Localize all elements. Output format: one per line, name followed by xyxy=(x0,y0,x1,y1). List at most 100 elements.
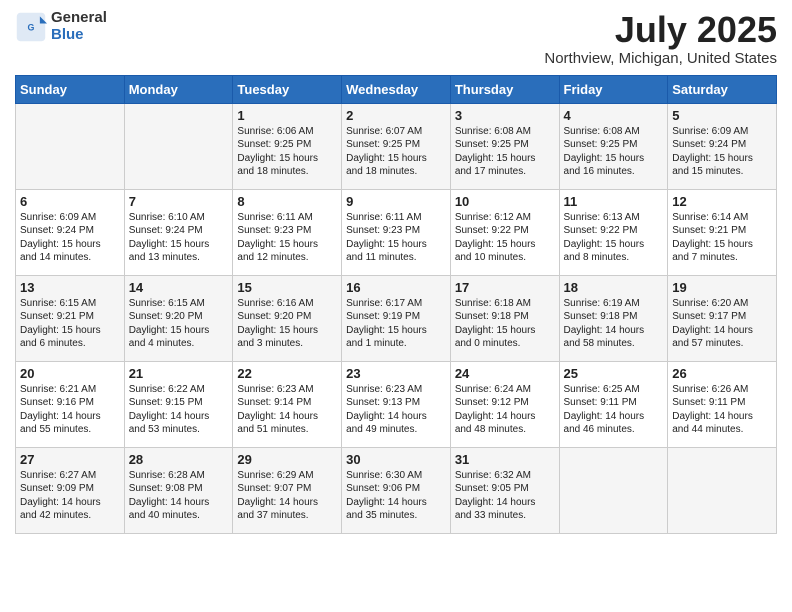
header-cell-tuesday: Tuesday xyxy=(233,75,342,103)
calendar-cell: 10 Sunrise: 6:12 AM Sunset: 9:22 PM Dayli… xyxy=(450,189,559,275)
day-info: Sunrise: 6:30 AM Sunset: 9:06 PM Dayligh… xyxy=(346,469,446,523)
logo-general: General xyxy=(51,10,107,27)
day-info: Sunrise: 6:13 AM Sunset: 9:22 PM Dayligh… xyxy=(564,211,664,265)
title-block: July 2025 Northview, Michigan, United St… xyxy=(544,10,777,67)
calendar-cell: 25 Sunrise: 6:25 AM Sunset: 9:11 PM Dayli… xyxy=(559,361,668,447)
day-info: Sunrise: 6:15 AM Sunset: 9:21 PM Dayligh… xyxy=(20,297,120,351)
day-number: 18 xyxy=(564,280,664,295)
day-number: 15 xyxy=(237,280,337,295)
calendar-cell: 27 Sunrise: 6:27 AM Sunset: 9:09 PM Dayli… xyxy=(16,447,125,533)
calendar-cell: 29 Sunrise: 6:29 AM Sunset: 9:07 PM Dayli… xyxy=(233,447,342,533)
header-cell-sunday: Sunday xyxy=(16,75,125,103)
calendar-cell: 30Sunrise: 6:30 AM Sunset: 9:06 PM Dayli… xyxy=(342,447,451,533)
logo: G General Blue xyxy=(15,10,107,43)
calendar-cell: 13Sunrise: 6:15 AM Sunset: 9:21 PM Dayli… xyxy=(16,275,125,361)
calendar-cell: 22Sunrise: 6:23 AM Sunset: 9:14 PM Dayli… xyxy=(233,361,342,447)
calendar-cell: 26Sunrise: 6:26 AM Sunset: 9:11 PM Dayli… xyxy=(668,361,777,447)
day-number: 4 xyxy=(564,108,664,123)
day-info: Sunrise: 6:23 AM Sunset: 9:13 PM Dayligh… xyxy=(346,383,446,437)
calendar-cell xyxy=(668,447,777,533)
header-cell-thursday: Thursday xyxy=(450,75,559,103)
day-info: Sunrise: 6:14 AM Sunset: 9:21 PM Dayligh… xyxy=(672,211,772,265)
day-number: 14 xyxy=(129,280,229,295)
calendar-table: SundayMondayTuesdayWednesdayThursdayFrid… xyxy=(15,75,777,534)
calendar-week-4: 20 Sunrise: 6:21 AM Sunset: 9:16 PM Dayli… xyxy=(16,361,777,447)
day-info: Sunrise: 6:21 AM Sunset: 9:16 PM Dayligh… xyxy=(20,383,120,437)
day-info: Sunrise: 6:17 AM Sunset: 9:19 PM Dayligh… xyxy=(346,297,446,351)
day-number: 2 xyxy=(346,108,446,123)
day-number: 31 xyxy=(455,452,555,467)
day-number: 16 xyxy=(346,280,446,295)
day-number: 1 xyxy=(237,108,337,123)
day-info: Sunrise: 6:11 AM Sunset: 9:23 PM Dayligh… xyxy=(237,211,337,265)
day-number: 25 xyxy=(564,366,664,381)
calendar-cell: 19Sunrise: 6:20 AM Sunset: 9:17 PM Dayli… xyxy=(668,275,777,361)
header-cell-saturday: Saturday xyxy=(668,75,777,103)
calendar-cell: 18 Sunrise: 6:19 AM Sunset: 9:18 PM Dayli… xyxy=(559,275,668,361)
calendar-cell: 6 Sunrise: 6:09 AM Sunset: 9:24 PM Daylig… xyxy=(16,189,125,275)
day-info: Sunrise: 6:29 AM Sunset: 9:07 PM Dayligh… xyxy=(237,469,337,523)
calendar-cell: 21 Sunrise: 6:22 AM Sunset: 9:15 PM Dayli… xyxy=(124,361,233,447)
day-number: 17 xyxy=(455,280,555,295)
logo-blue: Blue xyxy=(51,27,107,44)
day-info: Sunrise: 6:18 AM Sunset: 9:18 PM Dayligh… xyxy=(455,297,555,351)
day-number: 8 xyxy=(237,194,337,209)
day-number: 5 xyxy=(672,108,772,123)
calendar-cell: 4Sunrise: 6:08 AM Sunset: 9:25 PM Daylig… xyxy=(559,103,668,189)
day-info: Sunrise: 6:22 AM Sunset: 9:15 PM Dayligh… xyxy=(129,383,229,437)
page-header: G General Blue July 2025 Northview, Mich… xyxy=(15,10,777,67)
day-info: Sunrise: 6:07 AM Sunset: 9:25 PM Dayligh… xyxy=(346,125,446,179)
day-info: Sunrise: 6:28 AM Sunset: 9:08 PM Dayligh… xyxy=(129,469,229,523)
header-cell-wednesday: Wednesday xyxy=(342,75,451,103)
day-number: 23 xyxy=(346,366,446,381)
day-info: Sunrise: 6:12 AM Sunset: 9:22 PM Dayligh… xyxy=(455,211,555,265)
day-number: 20 xyxy=(20,366,120,381)
calendar-cell: 1 Sunrise: 6:06 AM Sunset: 9:25 PM Daylig… xyxy=(233,103,342,189)
calendar-week-3: 13Sunrise: 6:15 AM Sunset: 9:21 PM Dayli… xyxy=(16,275,777,361)
month-year-title: July 2025 xyxy=(544,10,777,50)
day-info: Sunrise: 6:24 AM Sunset: 9:12 PM Dayligh… xyxy=(455,383,555,437)
day-number: 27 xyxy=(20,452,120,467)
calendar-cell: 12Sunrise: 6:14 AM Sunset: 9:21 PM Dayli… xyxy=(668,189,777,275)
day-info: Sunrise: 6:08 AM Sunset: 9:25 PM Dayligh… xyxy=(455,125,555,179)
day-info: Sunrise: 6:06 AM Sunset: 9:25 PM Dayligh… xyxy=(237,125,337,179)
day-info: Sunrise: 6:10 AM Sunset: 9:24 PM Dayligh… xyxy=(129,211,229,265)
day-number: 9 xyxy=(346,194,446,209)
day-number: 11 xyxy=(564,194,664,209)
day-number: 10 xyxy=(455,194,555,209)
day-number: 29 xyxy=(237,452,337,467)
day-info: Sunrise: 6:09 AM Sunset: 9:24 PM Dayligh… xyxy=(20,211,120,265)
day-number: 6 xyxy=(20,194,120,209)
day-number: 26 xyxy=(672,366,772,381)
calendar-body: 1 Sunrise: 6:06 AM Sunset: 9:25 PM Daylig… xyxy=(16,103,777,533)
day-number: 24 xyxy=(455,366,555,381)
calendar-cell: 5Sunrise: 6:09 AM Sunset: 9:24 PM Daylig… xyxy=(668,103,777,189)
calendar-cell xyxy=(16,103,125,189)
header-row: SundayMondayTuesdayWednesdayThursdayFrid… xyxy=(16,75,777,103)
day-info: Sunrise: 6:25 AM Sunset: 9:11 PM Dayligh… xyxy=(564,383,664,437)
calendar-cell: 23 Sunrise: 6:23 AM Sunset: 9:13 PM Dayli… xyxy=(342,361,451,447)
calendar-cell: 15 Sunrise: 6:16 AM Sunset: 9:20 PM Dayli… xyxy=(233,275,342,361)
calendar-cell: 20 Sunrise: 6:21 AM Sunset: 9:16 PM Dayli… xyxy=(16,361,125,447)
calendar-header: SundayMondayTuesdayWednesdayThursdayFrid… xyxy=(16,75,777,103)
calendar-cell: 3 Sunrise: 6:08 AM Sunset: 9:25 PM Daylig… xyxy=(450,103,559,189)
location-subtitle: Northview, Michigan, United States xyxy=(544,50,777,67)
calendar-cell: 28Sunrise: 6:28 AM Sunset: 9:08 PM Dayli… xyxy=(124,447,233,533)
day-info: Sunrise: 6:16 AM Sunset: 9:20 PM Dayligh… xyxy=(237,297,337,351)
calendar-cell: 24 Sunrise: 6:24 AM Sunset: 9:12 PM Dayli… xyxy=(450,361,559,447)
calendar-cell: 2 Sunrise: 6:07 AM Sunset: 9:25 PM Daylig… xyxy=(342,103,451,189)
calendar-cell: 9 Sunrise: 6:11 AM Sunset: 9:23 PM Daylig… xyxy=(342,189,451,275)
svg-text:G: G xyxy=(28,22,35,32)
day-info: Sunrise: 6:11 AM Sunset: 9:23 PM Dayligh… xyxy=(346,211,446,265)
day-number: 7 xyxy=(129,194,229,209)
calendar-cell: 16 Sunrise: 6:17 AM Sunset: 9:19 PM Dayli… xyxy=(342,275,451,361)
day-info: Sunrise: 6:19 AM Sunset: 9:18 PM Dayligh… xyxy=(564,297,664,351)
day-info: Sunrise: 6:23 AM Sunset: 9:14 PM Dayligh… xyxy=(237,383,337,437)
day-number: 21 xyxy=(129,366,229,381)
day-number: 3 xyxy=(455,108,555,123)
calendar-week-5: 27 Sunrise: 6:27 AM Sunset: 9:09 PM Dayli… xyxy=(16,447,777,533)
calendar-cell: 7 Sunrise: 6:10 AM Sunset: 9:24 PM Daylig… xyxy=(124,189,233,275)
day-info: Sunrise: 6:27 AM Sunset: 9:09 PM Dayligh… xyxy=(20,469,120,523)
calendar-cell: 31 Sunrise: 6:32 AM Sunset: 9:05 PM Dayli… xyxy=(450,447,559,533)
day-info: Sunrise: 6:32 AM Sunset: 9:05 PM Dayligh… xyxy=(455,469,555,523)
